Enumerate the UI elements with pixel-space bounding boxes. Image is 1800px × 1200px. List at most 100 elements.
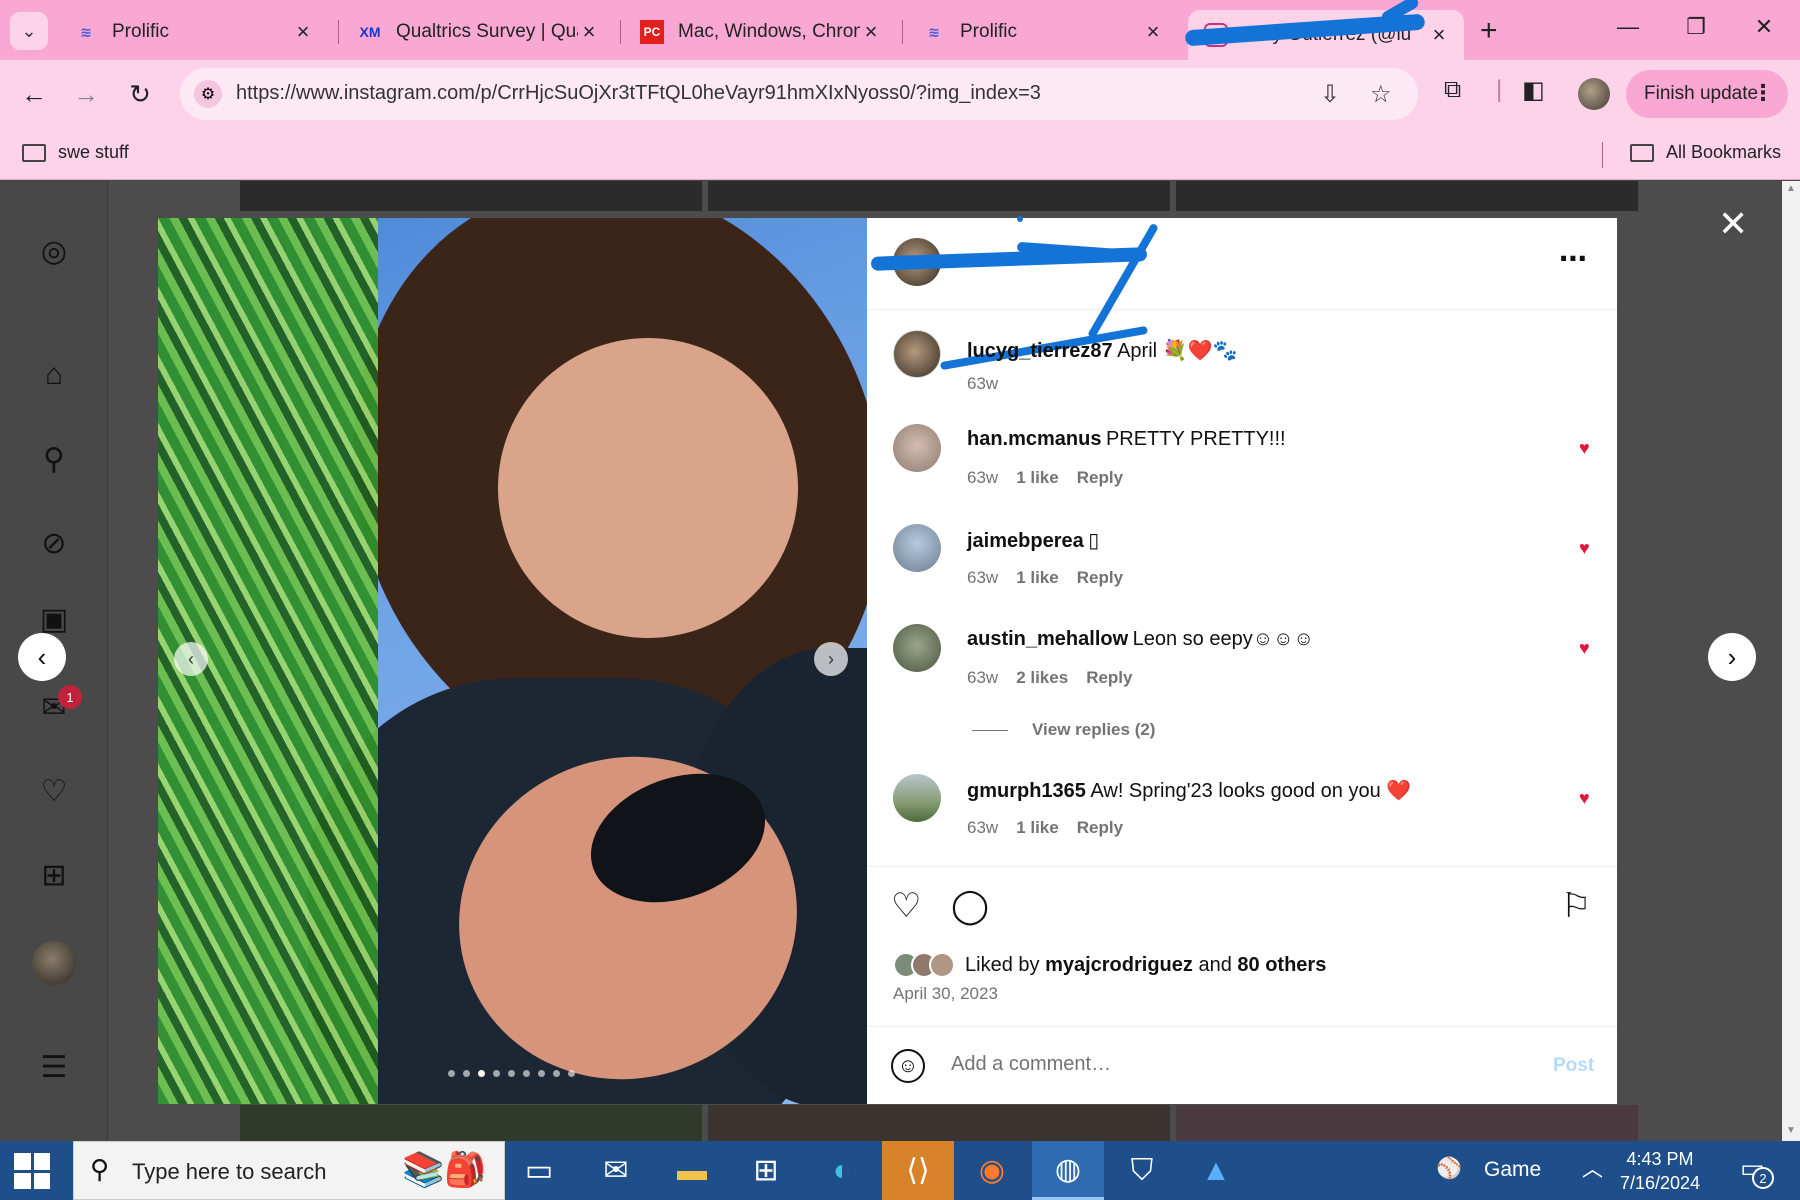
commenter-username[interactable]: jaimebperea (967, 530, 1084, 552)
vscode-icon[interactable]: ⟨⟩ (882, 1141, 954, 1200)
commenter-username[interactable]: gmurph1365 (967, 780, 1086, 802)
carousel-next-button[interactable]: › (814, 642, 848, 676)
bookmark-star-icon[interactable]: ☆ (1370, 80, 1392, 109)
caption-username[interactable]: lucyg_tierrez87 (967, 340, 1113, 362)
comment-bubble-icon[interactable]: ◯ (951, 886, 989, 926)
windows-logo-icon (14, 1172, 31, 1189)
comment-likes[interactable]: 2 likes (1016, 668, 1068, 688)
forward-button[interactable]: → (66, 74, 106, 114)
commenter-avatar[interactable] (893, 424, 941, 472)
like-heart-icon[interactable]: ♡ (891, 886, 921, 926)
scroll-up-icon[interactable]: ▲ (1786, 183, 1796, 194)
reload-button[interactable]: ↻ (120, 74, 160, 114)
reply-button[interactable]: Reply (1077, 568, 1123, 588)
chrome-icon[interactable]: ◍ (1032, 1141, 1104, 1200)
save-bookmark-icon[interactable]: ⚐ (1561, 886, 1591, 926)
notification-center-icon[interactable]: ▭ 2 (1740, 1153, 1774, 1189)
photos-icon[interactable]: ▲ (1180, 1141, 1252, 1200)
file-explorer-icon[interactable]: ▬ (656, 1141, 728, 1200)
next-post-button[interactable]: › (1708, 633, 1756, 681)
tray-chevron-up-icon[interactable]: ︿ (1582, 1153, 1603, 1183)
more-options-icon[interactable]: ⋯ (1559, 242, 1588, 275)
comment-like-heart-icon[interactable]: ♥ (1579, 438, 1590, 459)
comment-likes[interactable]: 1 like (1016, 468, 1059, 488)
commenter-username[interactable]: han.mcmanus (967, 428, 1101, 450)
security-shield-icon[interactable]: ⛉ (1106, 1141, 1178, 1200)
tab-pcmag[interactable]: PC Mac, Windows, Chron × (624, 10, 896, 54)
commenter-avatar[interactable] (893, 524, 941, 572)
instagram-logo-icon[interactable]: ◎ (34, 231, 74, 271)
windows-logo-icon (14, 1153, 31, 1170)
commenter-username[interactable]: austin_mehallow (967, 628, 1128, 650)
side-panel-icon[interactable]: ◧ (1522, 76, 1545, 105)
tab-prolific-2[interactable]: ≋ Prolific × (906, 10, 1178, 54)
microsoft-store-icon[interactable]: ⊞ (730, 1141, 802, 1200)
close-modal-button[interactable]: ✕ (1718, 203, 1748, 245)
firefox-icon[interactable]: ◉ (956, 1141, 1028, 1200)
create-icon[interactable]: ⊞ (34, 855, 74, 895)
post-photo[interactable]: ‹ › (158, 218, 867, 1104)
system-clock[interactable]: 4:43 PM 7/16/2024 (1620, 1147, 1700, 1195)
comment-input[interactable] (951, 1053, 1471, 1076)
close-window-button[interactable]: ✕ (1744, 14, 1784, 40)
comment-like-heart-icon[interactable]: ♥ (1579, 638, 1590, 659)
profile-avatar[interactable] (1578, 78, 1610, 110)
restore-button[interactable]: ❐ (1676, 14, 1716, 40)
comment-text: Aw! Spring'23 looks good on you ❤️ (1090, 780, 1412, 802)
carousel-prev-button[interactable]: ‹ (174, 642, 208, 676)
previous-post-button[interactable]: ‹ (18, 633, 66, 681)
address-bar[interactable]: ⚙ https://www.instagram.com/p/CrrHjcSuOj… (180, 68, 1418, 120)
likes-count-link[interactable]: 80 others (1237, 954, 1326, 977)
back-button[interactable]: ← (14, 74, 54, 114)
commenter-avatar[interactable] (893, 774, 941, 822)
search-icon[interactable]: ⚲ (34, 439, 74, 479)
carousel-dot (463, 1070, 470, 1077)
task-view-icon[interactable]: ▭ (503, 1141, 575, 1200)
new-tab-button[interactable]: + (1480, 14, 1498, 48)
site-info-icon[interactable]: ⚙ (194, 80, 222, 108)
taskbar-search[interactable]: ⚲ Type here to search 📚🎒 (73, 1141, 505, 1200)
post-details-panel: ⋯ lucyg_tierrez87 April 💐❤️🐾 63w han.mcm… (867, 216, 1617, 1104)
post-comment-button[interactable]: Post (1553, 1055, 1594, 1077)
finish-update-button[interactable]: Finish update ⋮ (1626, 70, 1788, 118)
liked-by-username[interactable]: myajcrodriguez (1045, 954, 1193, 977)
close-tab-icon[interactable]: × (1428, 22, 1450, 48)
page-scrollbar[interactable]: ▲ ▼ (1782, 181, 1800, 1141)
tab-separator (620, 20, 621, 44)
comment-like-heart-icon[interactable]: ♥ (1579, 788, 1590, 809)
comment-item: austin_mehallow Leon so eepy☺☺☺ 63w 2 li… (867, 624, 1617, 744)
start-button[interactable] (14, 1153, 50, 1189)
close-tab-icon[interactable]: × (292, 19, 314, 45)
extensions-icon[interactable]: ⧉ (1444, 76, 1461, 104)
profile-avatar[interactable] (32, 941, 76, 985)
url-text[interactable]: https://www.instagram.com/p/CrrHjcSuOjXr… (236, 82, 1041, 105)
minimize-button[interactable]: — (1608, 14, 1648, 40)
game-widget-label[interactable]: Game (1484, 1158, 1541, 1182)
install-app-icon[interactable]: ⇩ (1320, 80, 1340, 109)
edge-icon[interactable]: ◐ (806, 1141, 878, 1200)
close-tab-icon[interactable]: × (860, 19, 882, 45)
view-replies-button[interactable]: View replies (2) (972, 720, 1155, 740)
more-menu-icon[interactable]: ☰ (34, 1047, 74, 1087)
commenter-avatar[interactable] (893, 624, 941, 672)
heart-icon[interactable]: ♡ (34, 771, 74, 811)
scroll-down-icon[interactable]: ▼ (1786, 1125, 1796, 1136)
close-tab-icon[interactable]: × (578, 19, 600, 45)
comment-like-heart-icon[interactable]: ♥ (1579, 538, 1590, 559)
reply-button[interactable]: Reply (1086, 668, 1132, 688)
home-icon[interactable]: ⌂ (34, 355, 74, 395)
comment-likes[interactable]: 1 like (1016, 568, 1059, 588)
tab-prolific-1[interactable]: ≋ Prolific × (58, 10, 328, 54)
explore-icon[interactable]: ⊘ (34, 523, 74, 563)
reply-button[interactable]: Reply (1077, 818, 1123, 838)
comment-likes[interactable]: 1 like (1016, 818, 1059, 838)
tab-search-button[interactable]: ⌄ (10, 12, 48, 50)
author-avatar[interactable] (893, 330, 941, 378)
close-tab-icon[interactable]: × (1142, 19, 1164, 45)
emoji-icon[interactable]: ☺ (891, 1049, 925, 1083)
mail-icon[interactable]: ✉ (580, 1141, 652, 1200)
reply-button[interactable]: Reply (1077, 468, 1123, 488)
all-bookmarks-button[interactable]: All Bookmarks (1630, 142, 1781, 163)
tab-qualtrics[interactable]: XM Qualtrics Survey | Qua × (342, 10, 614, 54)
bookmark-folder-swe-stuff[interactable]: swe stuff (22, 142, 129, 163)
